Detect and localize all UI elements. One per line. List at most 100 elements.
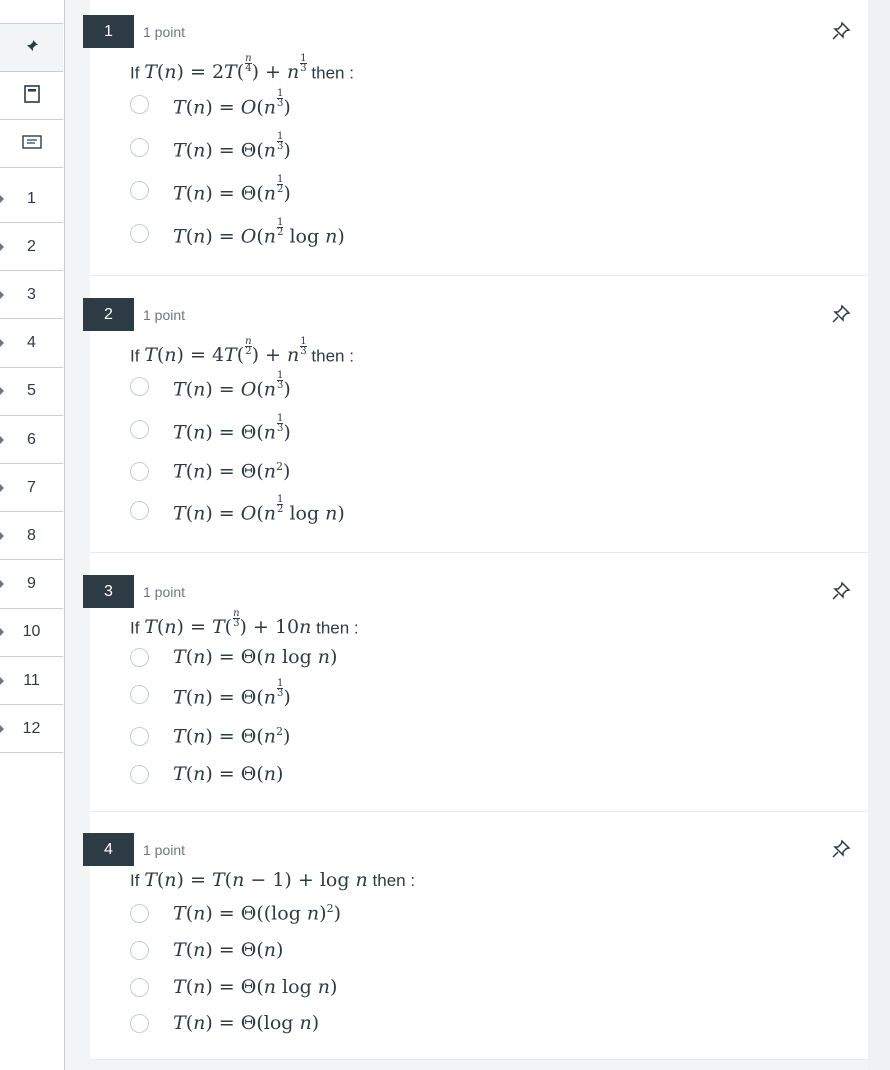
question-number-badge: 1 bbox=[83, 15, 134, 48]
question-number-badge: 2 bbox=[83, 298, 134, 331]
stem-suffix: then : bbox=[372, 871, 416, 890]
question-nav-number: 2 bbox=[27, 237, 36, 255]
nav-indicator-icon bbox=[0, 483, 4, 492]
question-stem: If T(n) = 2T(n 4) + n13 then : bbox=[130, 54, 354, 84]
radio-button[interactable] bbox=[130, 419, 149, 439]
answer-option[interactable]: T(n) = O(n 1 2 log n) bbox=[130, 495, 345, 525]
stem-math: T(n) = T(n − 1) + log n bbox=[144, 869, 368, 891]
scrollbar-track[interactable] bbox=[868, 0, 890, 1070]
radio-button[interactable] bbox=[130, 1013, 149, 1033]
pin-question-icon[interactable] bbox=[830, 580, 852, 602]
radio-button[interactable] bbox=[130, 764, 149, 784]
stem-suffix: then : bbox=[311, 346, 354, 366]
question-nav-item[interactable]: 5 bbox=[0, 368, 63, 416]
stem-prefix: If bbox=[130, 346, 140, 366]
nav-indicator-icon bbox=[0, 290, 4, 299]
question-nav-number: 12 bbox=[22, 719, 41, 737]
answer-math: T(n) = Θ(n) bbox=[173, 763, 284, 785]
answer-math: T(n) = Θ(n 1 3) bbox=[173, 131, 291, 162]
pin-filter-button[interactable] bbox=[0, 24, 63, 72]
question-nav-item[interactable]: 6 bbox=[0, 416, 63, 464]
radio-button[interactable] bbox=[130, 726, 149, 746]
question-stem: If T(n) = T(n − 1) + log n then : bbox=[130, 869, 415, 891]
radio-button[interactable] bbox=[130, 137, 149, 157]
radio-button[interactable] bbox=[130, 903, 149, 923]
question-card-1: 1 1 point If T(n) = 2T(n 4) + n13 then : … bbox=[83, 0, 868, 276]
question-nav-number: 11 bbox=[23, 671, 40, 689]
nav-indicator-icon bbox=[0, 580, 4, 589]
question-card-4: 4 1 point If T(n) = T(n − 1) + log n the… bbox=[83, 812, 868, 1060]
stem-math: T(n) = 4T(n 2) + n13 bbox=[144, 336, 307, 367]
radio-button[interactable] bbox=[130, 684, 149, 704]
answer-option[interactable]: T(n) = Θ(n log n) bbox=[130, 975, 337, 999]
question-nav-item[interactable]: 4 bbox=[0, 320, 63, 368]
question-nav-item[interactable]: 2 bbox=[0, 223, 63, 272]
nav-indicator-icon bbox=[0, 387, 4, 396]
question-points: 1 point bbox=[143, 842, 186, 858]
question-nav-number: 6 bbox=[27, 430, 36, 448]
radio-button[interactable] bbox=[130, 180, 149, 200]
answer-option[interactable]: T(n) = Θ(n log n) bbox=[130, 645, 337, 669]
sidebar-top-cell bbox=[0, 0, 63, 24]
radio-button[interactable] bbox=[130, 940, 149, 960]
radio-button[interactable] bbox=[130, 376, 149, 396]
question-nav-item[interactable]: 9 bbox=[0, 561, 63, 609]
question-nav-item[interactable]: 1 bbox=[0, 175, 63, 223]
question-stem: If T(n) = 4T(n 2) + n13 then : bbox=[130, 336, 354, 367]
answer-math: T(n) = O(n 1 3) bbox=[173, 370, 291, 401]
question-nav-number: 8 bbox=[27, 526, 36, 544]
answer-option[interactable]: T(n) = O(n 1 3) bbox=[130, 89, 291, 119]
question-nav-number: 9 bbox=[27, 575, 36, 593]
answer-math: T(n) = Θ(n log n) bbox=[173, 976, 338, 998]
question-nav-item[interactable]: 12 bbox=[0, 705, 63, 754]
nav-indicator-icon bbox=[0, 628, 4, 637]
question-nav-item[interactable]: 7 bbox=[0, 464, 63, 513]
pin-question-icon[interactable] bbox=[830, 20, 852, 42]
question-nav-item[interactable]: 11 bbox=[0, 657, 63, 705]
question-nav-item[interactable]: 8 bbox=[0, 512, 63, 561]
answer-option[interactable]: T(n) = Θ((log n)2) bbox=[130, 901, 341, 925]
radio-button[interactable] bbox=[130, 461, 149, 481]
answer-option[interactable]: T(n) = Θ(n) bbox=[130, 762, 283, 786]
answer-math: T(n) = Θ(n 1 3) bbox=[173, 413, 291, 444]
radio-button[interactable] bbox=[130, 500, 149, 520]
quiz-content: 1 1 point If T(n) = 2T(n 4) + n13 then : … bbox=[83, 0, 868, 1070]
answer-option[interactable]: T(n) = Θ(n 1 3) bbox=[130, 414, 291, 444]
nav-indicator-icon bbox=[0, 194, 4, 203]
answer-option[interactable]: T(n) = Θ(n 1 3) bbox=[130, 132, 291, 162]
question-number-badge: 4 bbox=[83, 833, 134, 866]
radio-button[interactable] bbox=[130, 223, 149, 243]
answer-option[interactable]: T(n) = Θ(n 1 2) bbox=[130, 175, 291, 205]
radio-button[interactable] bbox=[130, 647, 149, 667]
answer-option[interactable]: T(n) = O(n 1 3) bbox=[130, 371, 291, 401]
answer-math: T(n) = O(n 1 3) bbox=[173, 88, 291, 119]
question-points: 1 point bbox=[143, 24, 186, 40]
answer-option[interactable]: T(n) = O(n 1 2 log n) bbox=[130, 218, 345, 248]
answer-option[interactable]: T(n) = Θ(n) bbox=[130, 938, 283, 962]
answer-option[interactable]: T(n) = Θ(log n) bbox=[130, 1011, 319, 1035]
question-card-3: 3 1 point If T(n) = T(n 3) + 10n then : T… bbox=[83, 553, 868, 812]
calculator-button[interactable] bbox=[0, 72, 63, 120]
question-points: 1 point bbox=[143, 307, 186, 323]
radio-button[interactable] bbox=[130, 94, 149, 114]
answer-math: T(n) = Θ(n 1 2) bbox=[173, 174, 291, 205]
answer-math: T(n) = Θ(log n) bbox=[173, 1012, 320, 1034]
pin-question-icon[interactable] bbox=[830, 838, 852, 860]
notes-icon bbox=[21, 135, 42, 152]
question-nav-number: 1 bbox=[27, 189, 36, 207]
answer-math: T(n) = Θ(n) bbox=[173, 939, 284, 961]
answer-math: T(n) = O(n 1 2 log n) bbox=[173, 217, 345, 248]
stem-suffix: then : bbox=[311, 63, 354, 83]
stem-math: T(n) = T(n 3) + 10n bbox=[144, 608, 312, 639]
pin-question-icon[interactable] bbox=[830, 303, 852, 325]
answer-option[interactable]: T(n) = Θ(n 1 3) bbox=[130, 679, 291, 709]
stem-prefix: If bbox=[130, 63, 140, 83]
notes-button[interactable] bbox=[0, 120, 63, 168]
pin-icon bbox=[25, 39, 39, 56]
radio-button[interactable] bbox=[130, 977, 149, 997]
answer-option[interactable]: T(n) = Θ(n2) bbox=[130, 724, 290, 748]
question-nav-item[interactable]: 3 bbox=[0, 271, 63, 320]
stem-suffix: then : bbox=[316, 618, 359, 638]
question-nav-item[interactable]: 10 bbox=[0, 609, 63, 657]
answer-option[interactable]: T(n) = Θ(n2) bbox=[130, 459, 290, 483]
